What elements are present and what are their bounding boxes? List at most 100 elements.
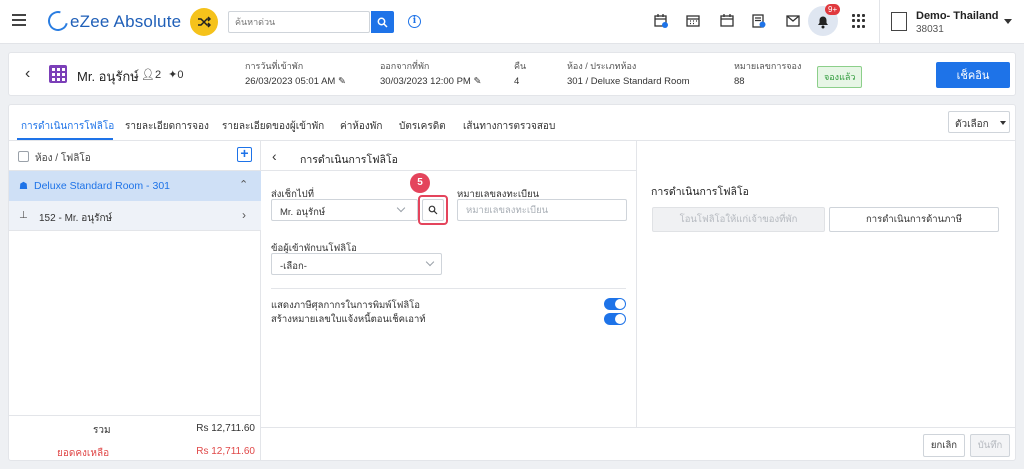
arrival-field: การวันที่เข้าพัก 26/03/2023 05:01 AM ✎ — [245, 59, 346, 87]
invoice-icon[interactable] — [750, 12, 768, 30]
divider — [271, 288, 626, 289]
info-icon[interactable]: i — [408, 15, 421, 28]
room-label: Deluxe Standard Room - 301 — [34, 180, 170, 192]
folio-panel: การดำเนินการโฟลิโอ รายละเอียดการจอง รายล… — [8, 104, 1016, 461]
transfer-folio-button[interactable]: โอนโฟลิโอให้แก่เจ้าของที่พัก — [652, 207, 825, 232]
tab-folio-operations[interactable]: การดำเนินการโฟลิโอ — [21, 119, 114, 134]
reservation-value: 88 — [734, 76, 745, 87]
options-caret-icon — [1000, 121, 1006, 125]
balance-label: ยอดคงเหลือ — [57, 448, 110, 459]
form-footer: ยกเลิก บันทึก — [261, 427, 1015, 460]
tab-reservation-details[interactable]: รายละเอียดการจอง — [125, 119, 209, 134]
departure-label: ออกจากที่พัก — [380, 61, 430, 71]
room-icon: ☗ — [19, 181, 28, 192]
folio-actions-panel: การดำเนินการโฟลิโอ โอนโฟลิโอให้แก่เจ้าขอ… — [637, 141, 1015, 427]
adults-count: 2 — [154, 69, 162, 81]
hotel-building-icon — [891, 12, 907, 31]
guest-header-card: ‹ Mr. อนุรักษ์ 👤︎2 ✦0 การวันที่เข้าพัก 2… — [8, 52, 1016, 96]
tab-bar: การดำเนินการโฟลิโอ รายละเอียดการจอง รายล… — [9, 105, 1015, 141]
room-folio-header: ห้อง / โฟลิโอ + — [9, 141, 261, 171]
adult-icon: 👤︎ — [141, 69, 155, 81]
search-button[interactable] — [371, 11, 394, 33]
show-tax-toggle[interactable] — [604, 298, 626, 310]
folio-row[interactable]: ⊥ 152 - Mr. อนุรักษ์ › — [9, 201, 261, 231]
quick-search-field[interactable] — [228, 11, 370, 33]
shuffle-icon[interactable] — [190, 8, 218, 36]
child-icon: ✦ — [168, 69, 178, 81]
form-title: การดำเนินการโฟลิโอ — [300, 154, 398, 166]
active-tab-indicator — [17, 138, 113, 140]
add-folio-button[interactable]: + — [237, 146, 252, 162]
total-label: รวม — [93, 425, 111, 436]
divider — [879, 0, 880, 44]
nights-label: คืน — [514, 61, 527, 71]
tab-credit-card[interactable]: บัตรเครดิต — [399, 119, 446, 134]
show-tax-toggle-label: แสดงภาษีศุลกากรในการพิมพ์โฟลิโอ — [271, 300, 420, 311]
reservation-label: หมายเลขการจอง — [734, 61, 802, 71]
nights-field: คืน 4 — [514, 59, 526, 87]
status-badge: จองแล้ว — [817, 66, 863, 88]
tab-guest-details[interactable]: รายละเอียดของผู้เข้าพัก — [222, 119, 324, 134]
folio-tree-icon: ⊥ — [19, 210, 28, 221]
cancel-button[interactable]: ยกเลิก — [923, 434, 965, 457]
nights-value: 4 — [514, 76, 520, 87]
room-folio-label: ห้อง / โฟลิโอ — [35, 153, 91, 164]
arrival-value-text: 26/03/2023 05:01 AM — [245, 76, 336, 87]
form-header: ‹ การดำเนินการโฟลิโอ — [261, 141, 637, 171]
menu-icon[interactable] — [12, 14, 26, 26]
hotel-code: 38031 — [916, 24, 944, 35]
save-button[interactable]: บันทึก — [970, 434, 1010, 457]
guest-building-icon — [49, 65, 67, 83]
tab-room-charges[interactable]: ค่าห้องพัก — [340, 119, 382, 134]
select-all-checkbox[interactable] — [18, 151, 29, 162]
hotel-name[interactable]: Demo- Thailand — [916, 10, 999, 22]
tax-operations-button[interactable]: การดำเนินการด้านภาษี — [829, 207, 999, 232]
mail-icon[interactable] — [784, 12, 802, 30]
calendar-grid-icon[interactable] — [684, 12, 702, 30]
back-icon[interactable]: ‹ — [272, 148, 277, 164]
apps-grid-icon[interactable] — [852, 14, 866, 28]
search-icon — [377, 17, 388, 28]
hotel-dropdown-icon[interactable] — [1004, 19, 1012, 24]
room-folio-list: ห้อง / โฟลิโอ + ☗ Deluxe Standard Room -… — [9, 141, 261, 460]
room-field: ห้อง / ประเภทห้อง 301 / Deluxe Standard … — [567, 59, 690, 87]
room-row[interactable]: ☗ Deluxe Standard Room - 301 ⌃ — [9, 171, 261, 201]
checkin-button[interactable]: เช็คอิน — [936, 62, 1010, 88]
room-label: ห้อง / ประเภทห้อง — [567, 61, 637, 71]
departure-field: ออกจากที่พัก 30/03/2023 12:00 PM ✎ — [380, 59, 481, 87]
reservation-field: หมายเลขการจอง 88 — [734, 59, 801, 87]
calendar-icon[interactable] — [718, 12, 736, 30]
send-to-select[interactable]: Mr. อนุรักษ์ — [271, 199, 418, 221]
step-badge: 5 — [410, 173, 430, 193]
pax-count: 👤︎2 ✦0 — [141, 68, 184, 81]
edit-icon[interactable]: ✎ — [338, 76, 346, 87]
registration-number-input[interactable] — [458, 200, 626, 220]
bell-icon — [818, 16, 828, 28]
registration-number-field[interactable] — [457, 199, 627, 221]
back-icon[interactable]: ‹ — [25, 66, 30, 82]
folio-label: 152 - Mr. อนุรักษ์ — [39, 213, 113, 224]
chevron-up-icon[interactable]: ⌃ — [239, 178, 248, 191]
notification-badge: 9+ — [825, 4, 841, 15]
arrival-value: 26/03/2023 05:01 AM ✎ — [245, 76, 346, 87]
guest-name: Mr. อนุรักษ์ — [77, 69, 139, 84]
top-bar: eZee Absolute i 9+ Demo- Thailand 38031 — [0, 0, 1024, 44]
edit-icon[interactable]: ✎ — [474, 76, 482, 87]
calendar-add-icon[interactable] — [652, 12, 670, 30]
app-title: eZee Absolute — [70, 12, 182, 31]
totals-section: รวม Rs 12,711.60 ยอดคงเหลือ Rs 12,711.60 — [9, 415, 261, 460]
chevron-right-icon[interactable]: › — [242, 208, 246, 222]
departure-value-text: 30/03/2023 12:00 PM — [380, 76, 471, 87]
tab-audit-trail[interactable]: เส้นทางการตรวจสอบ — [463, 119, 555, 134]
arrival-label: การวันที่เข้าพัก — [245, 61, 304, 71]
quick-search-input[interactable] — [235, 17, 363, 27]
room-value: 301 / Deluxe Standard Room — [567, 76, 690, 87]
guest-on-folio-select[interactable]: -เลือก- — [271, 253, 442, 275]
total-value: Rs 12,711.60 — [196, 423, 255, 434]
actions-title: การดำเนินการโฟลิโอ — [651, 186, 749, 198]
departure-value: 30/03/2023 12:00 PM ✎ — [380, 76, 481, 87]
children-count: 0 — [177, 69, 184, 81]
invoice-number-toggle[interactable] — [604, 313, 626, 325]
highlight-box — [418, 195, 448, 225]
ezee-logo-icon — [44, 7, 72, 35]
